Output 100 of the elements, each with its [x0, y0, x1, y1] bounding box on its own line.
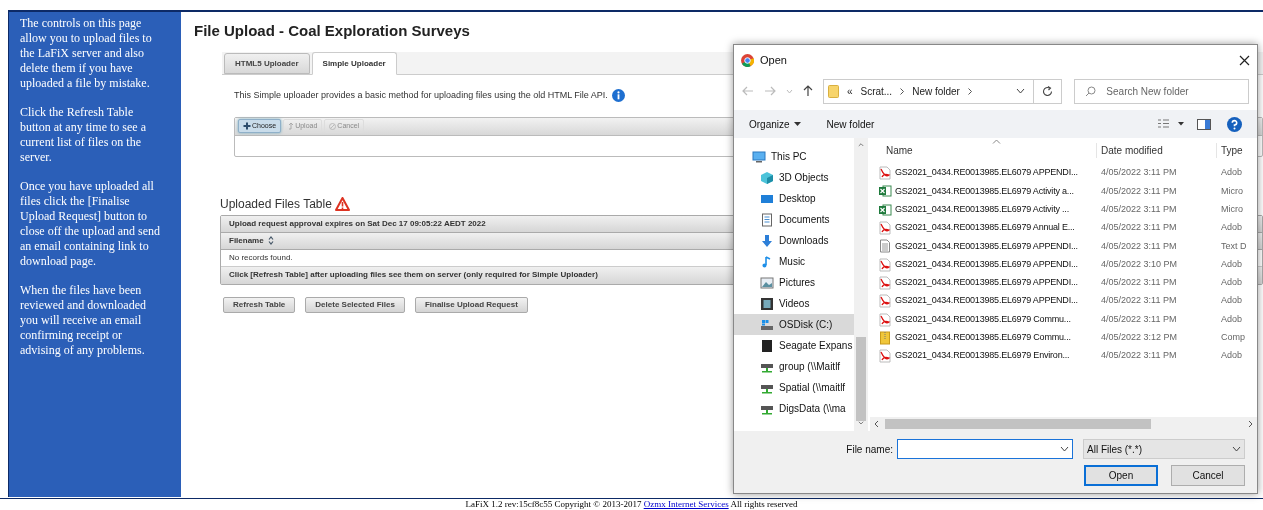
column-header[interactable]: Name [870, 142, 1096, 158]
chevron-down-icon[interactable] [1060, 446, 1069, 452]
help-icon[interactable] [1227, 116, 1242, 132]
help-paragraph: When the files have been reviewed and downloaded you will receive an email confirming receipt or advising of any problems. [20, 283, 147, 358]
column-header[interactable]: Date modified [1096, 142, 1216, 158]
open-button[interactable]: Open [1084, 465, 1158, 486]
organize-menu[interactable]: Organize [749, 116, 801, 132]
pdf-file-icon [878, 349, 892, 364]
pdf-file-icon [878, 312, 892, 327]
overflow-chevron[interactable]: « [846, 83, 853, 99]
pdf-file-icon [878, 221, 892, 236]
description-text: This Simple uploader provides a basic method for uploading files using the old HTML File API. [234, 89, 608, 102]
footer-link[interactable]: Ozmx Internet Services [643, 499, 729, 509]
nav-item[interactable]: This PC [734, 146, 854, 167]
file-name[interactable]: GS2021_0434.RE0013985.EL6979 Activity a... [895, 184, 1074, 199]
warning-icon [334, 196, 350, 211]
pc-icon [752, 149, 766, 164]
nav-item[interactable]: DigsData (\\ma [734, 398, 854, 419]
tab[interactable]: HTML5 Uploader [224, 53, 310, 74]
column-header[interactable]: Type [1216, 142, 1257, 158]
tab[interactable]: Simple Uploader [311, 52, 397, 75]
action-button[interactable]: Refresh Table [223, 296, 296, 313]
pdf-file-icon [878, 294, 892, 309]
refresh-icon[interactable] [1042, 85, 1054, 97]
sort-icon[interactable] [267, 236, 274, 245]
nav-item[interactable]: group (\\Maitlf [734, 356, 854, 377]
file-type: Adob [1220, 294, 1243, 308]
breadcrumb-item[interactable]: New folder [912, 83, 960, 99]
file-name[interactable]: GS2021_0434.RE0013985.EL6079 APPENDI... [895, 166, 1078, 180]
caret-icon[interactable] [793, 122, 801, 126]
column-header[interactable]: Filename [229, 234, 264, 247]
file-type: Adob [1220, 312, 1243, 326]
field-label: File name: [846, 442, 893, 457]
folder-icon [827, 84, 839, 98]
table-heading: Uploaded Files Table [220, 195, 332, 213]
footer-text: LaFiX 1.2 rev:15cf8c55 Copyright © 2013-2017 Ozmx Internet Services All rights reserved [465, 499, 798, 510]
search-icon [1085, 85, 1097, 97]
info-icon[interactable] [611, 89, 625, 103]
file-date: 4/05/2022 3:11 PM [1100, 203, 1178, 216]
nav-item[interactable]: 3D Objects [734, 167, 854, 188]
breadcrumb-item[interactable]: Scrat... [860, 83, 893, 99]
help-paragraph: Click the Refresh Table button at any time to see a current list of files on the server. [20, 105, 147, 165]
file-type-dropdown[interactable]: All Files (*.*) [1083, 439, 1245, 459]
scroll-left-icon[interactable] [874, 420, 879, 428]
nav-item[interactable]: Desktop [734, 188, 854, 209]
action-button[interactable]: Delete Selected Files [305, 296, 405, 313]
down-icon [760, 233, 774, 248]
nav-item[interactable]: OSDisk (C:) [734, 314, 854, 335]
up-icon[interactable] [802, 85, 813, 97]
chevron-right-icon[interactable] [967, 87, 972, 95]
pictures-icon [760, 275, 774, 290]
preview-pane-icon[interactable] [1197, 118, 1211, 130]
file-date: 4/05/2022 3:11 PM [1100, 349, 1178, 363]
horizontal-scrollbar[interactable] [870, 417, 1257, 431]
pdf-file-icon [878, 275, 892, 290]
address-bar[interactable]: « Scrat... New folder [822, 78, 1063, 104]
cancel-button[interactable]: Cancel [1171, 465, 1245, 486]
file-type: Micro [1220, 203, 1243, 216]
docs-icon [760, 212, 774, 227]
excel-file-icon [878, 184, 892, 199]
help-paragraph: Once you have uploaded all files click the [Finalise Upload Request] button to close off the upload and send an email containing link to download page. [20, 179, 162, 269]
nav-item[interactable]: Downloads [734, 230, 854, 251]
chevron-down-icon[interactable] [1232, 446, 1241, 452]
view-options-icon[interactable] [1157, 119, 1185, 129]
new-folder-button[interactable]: New folder [826, 116, 875, 132]
file-name[interactable]: GS2021_0434.RE0013985.EL6979 Commu... [895, 331, 1071, 345]
text-file-icon [878, 239, 892, 254]
search-field[interactable]: Search New folder [1074, 78, 1249, 104]
app-icon [741, 54, 754, 67]
file-name[interactable]: GS2021_0434.RE0013985.EL6979 Commu... [895, 312, 1071, 327]
page-title: File Upload - Coal Exploration Surveys [194, 21, 471, 40]
scrollbar[interactable] [854, 138, 868, 431]
file-name[interactable]: GS2021_0434.RE0013985.EL6979 Activity ... [895, 203, 1069, 217]
scroll-right-icon[interactable] [1248, 420, 1253, 428]
file-date: 4/05/2022 3:11 PM [1100, 166, 1178, 180]
chevron-right-icon[interactable] [900, 87, 905, 95]
excel-file-icon [878, 202, 892, 217]
file-date: 4/05/2022 3:11 PM [1100, 294, 1178, 308]
nav-item[interactable]: Seagate Expans [734, 335, 854, 356]
nav-item[interactable]: Videos [734, 293, 854, 314]
cancel-icon [329, 122, 337, 130]
drive-icon [760, 338, 774, 353]
action-button[interactable]: Finalise Upload Request [414, 296, 528, 313]
file-name[interactable]: GS2021_0434.RE0013985.EL6979 Annual E... [895, 221, 1075, 235]
scroll-thumb[interactable] [856, 336, 866, 422]
file-type: Adob [1220, 166, 1243, 180]
scroll-down-icon[interactable] [857, 421, 865, 425]
zip-file-icon [878, 330, 892, 345]
file-name[interactable]: GS2021_0434.RE0013985.EL6979 APPENDI... [895, 294, 1078, 308]
file-name[interactable]: GS2021_0434.RE0013985.EL6979 Environ... [895, 349, 1070, 363]
file-date: 4/05/2022 3:11 PM [1100, 221, 1178, 235]
upload-arrow-icon [288, 122, 295, 130]
file-date: 4/05/2022 3:11 PM [1100, 312, 1178, 326]
file-name-field[interactable] [897, 439, 1073, 459]
close-icon[interactable] [1239, 55, 1250, 66]
nav-item[interactable]: Spatial (\\maitlf [734, 377, 854, 398]
videos-icon [760, 296, 774, 311]
scroll-thumb[interactable] [885, 419, 1151, 429]
file-date: 4/05/2022 3:11 PM [1100, 184, 1178, 198]
chevron-down-icon[interactable] [1016, 88, 1026, 94]
